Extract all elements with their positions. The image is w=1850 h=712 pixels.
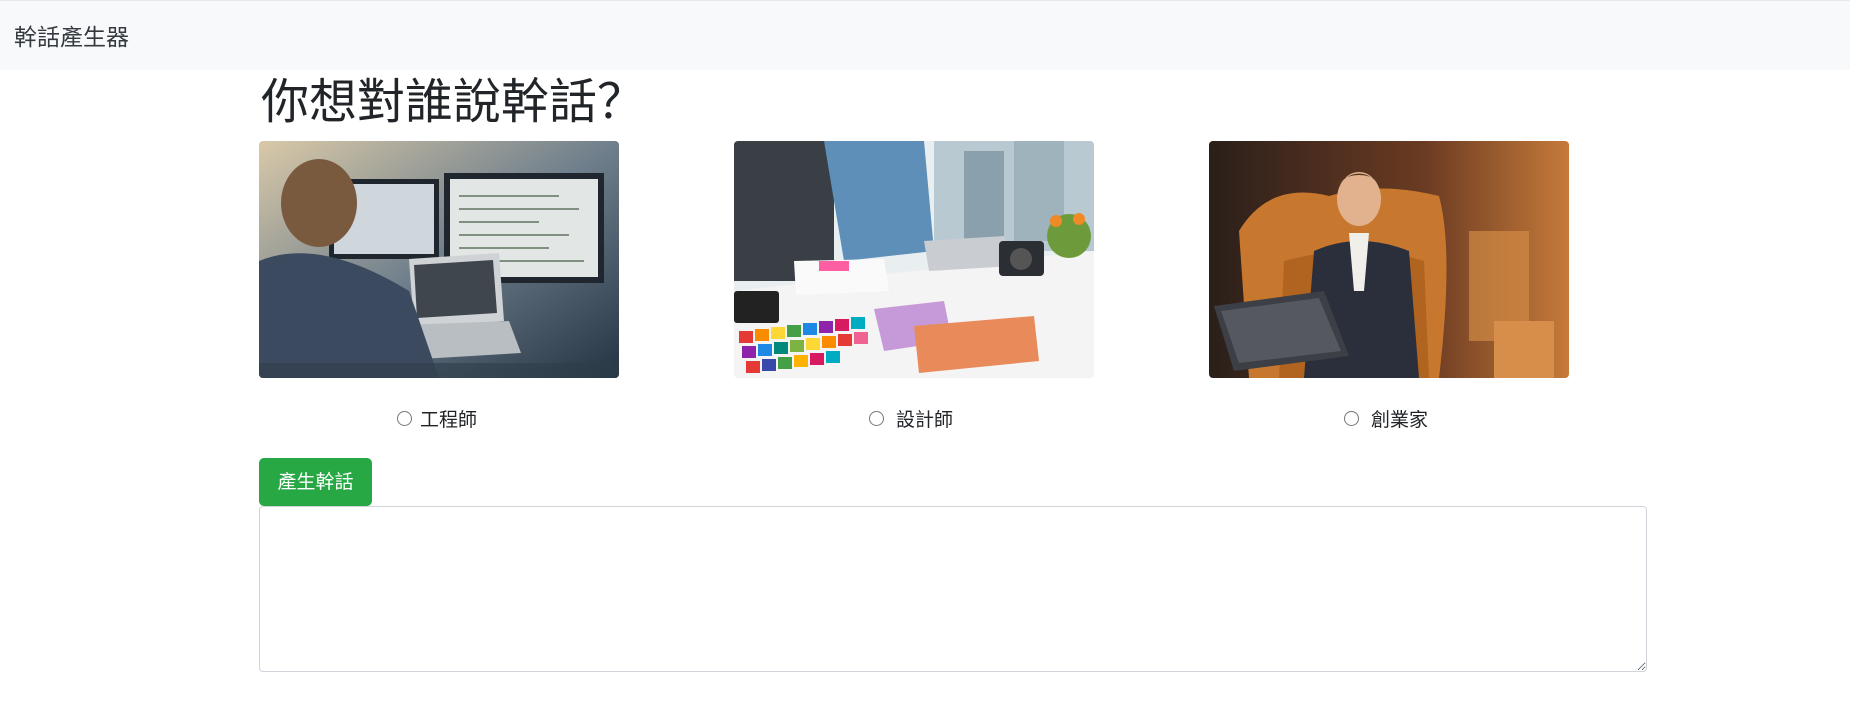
engineer-photo <box>259 141 619 378</box>
designer-photo <box>734 141 1094 378</box>
engineer-image <box>259 141 619 378</box>
navbar-brand[interactable]: 幹話產生器 <box>14 23 129 53</box>
option-entrepreneur-label: 創業家 <box>1371 408 1429 431</box>
option-designer[interactable]: 設計師 <box>869 405 953 431</box>
radio-engineer[interactable] <box>397 410 412 426</box>
option-entrepreneur[interactable]: 創業家 <box>1344 405 1428 431</box>
page-title: 你想對誰說幹話？ <box>261 74 646 130</box>
radio-entrepreneur[interactable] <box>1344 410 1359 426</box>
entrepreneur-photo <box>1209 141 1569 378</box>
navbar: 幹話產生器 <box>0 0 1850 70</box>
designer-image <box>734 141 1094 378</box>
option-engineer[interactable]: 工程師 <box>397 405 477 431</box>
option-designer-label: 設計師 <box>896 408 954 431</box>
option-engineer-label: 工程師 <box>420 408 478 431</box>
radio-designer[interactable] <box>869 410 884 426</box>
entrepreneur-image <box>1209 141 1569 378</box>
output-textarea[interactable] <box>259 506 1647 672</box>
generate-button[interactable]: 產生幹話 <box>259 458 372 506</box>
